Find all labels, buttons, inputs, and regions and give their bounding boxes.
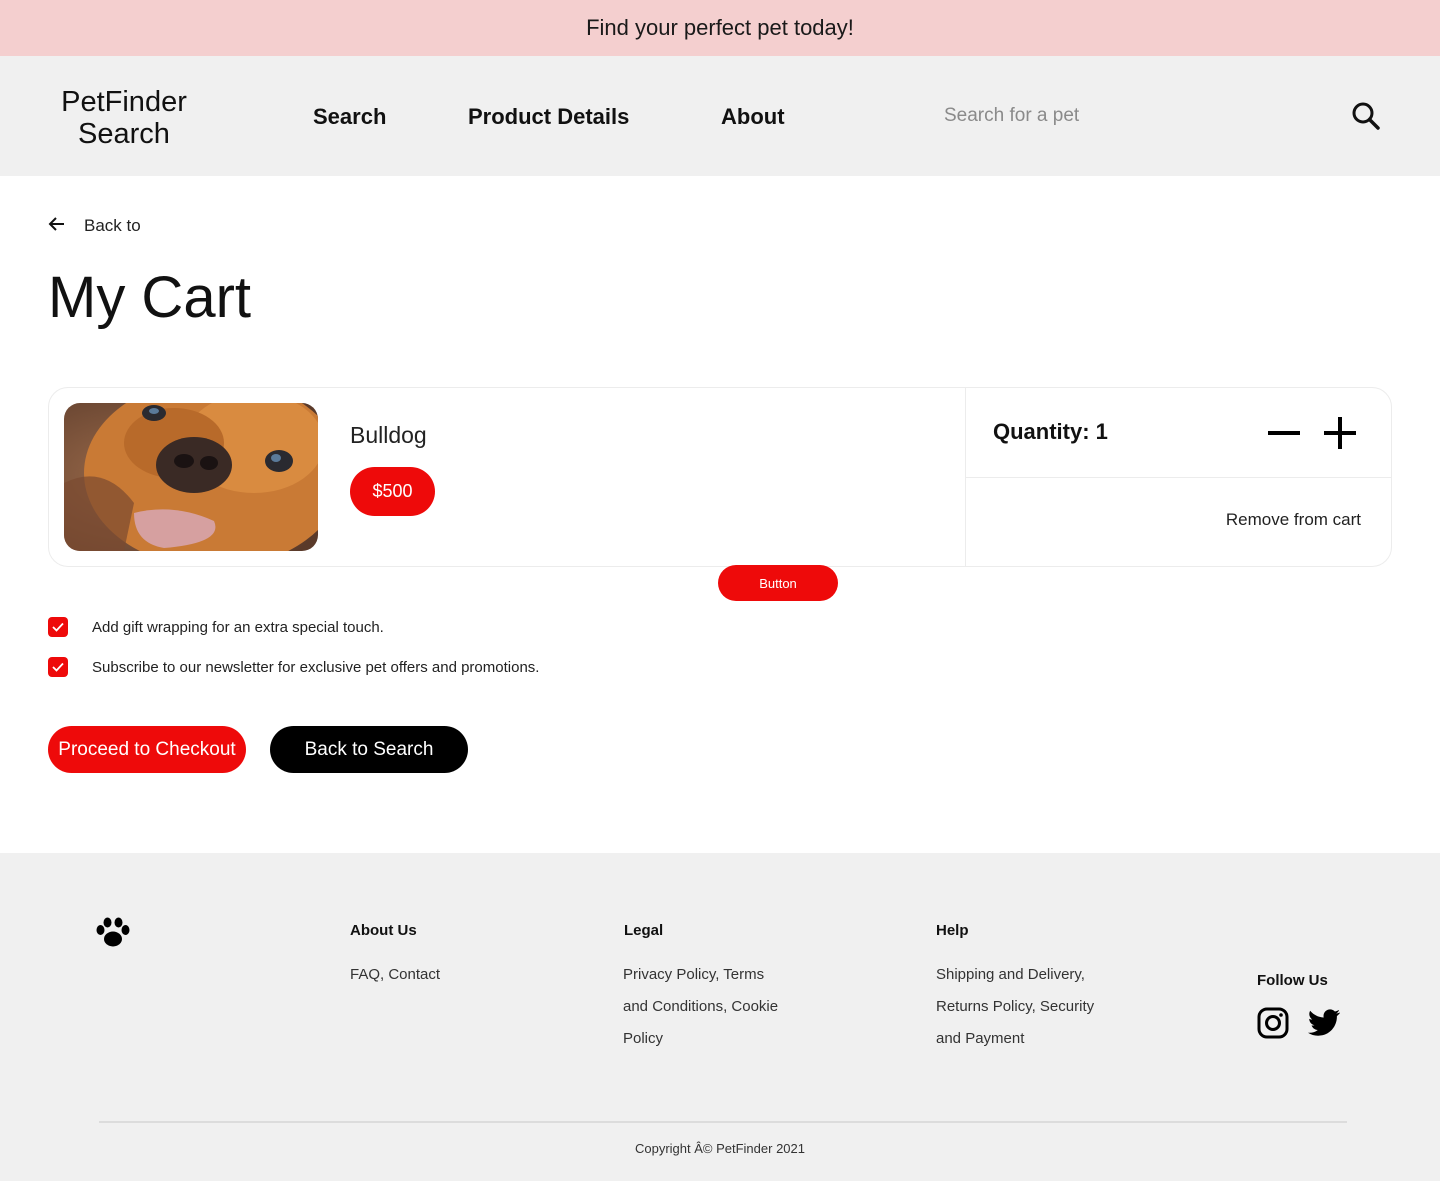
twitter-icon[interactable]: [1307, 1007, 1340, 1039]
footer-about-links[interactable]: FAQ, Contact: [350, 959, 440, 991]
page-title: My Cart: [48, 265, 251, 330]
nav-search[interactable]: Search: [313, 104, 386, 130]
card-divider: [966, 477, 1391, 478]
instagram-icon[interactable]: [1257, 1007, 1289, 1039]
newsletter-label: Subscribe to our newsletter for exclusiv…: [92, 658, 540, 676]
generic-button[interactable]: Button: [718, 565, 838, 601]
footer-help-line: and Payment: [936, 1030, 1025, 1047]
footer-help-heading: Help: [936, 922, 969, 939]
footer-legal-line: Privacy Policy, Terms: [623, 966, 765, 983]
cart-item: Bulldog $500 Quantity: 1 Remove from car…: [48, 387, 1392, 567]
gift-wrap-option: Add gift wrapping for an extra special t…: [48, 617, 384, 637]
price-badge: $500: [350, 467, 435, 516]
back-link[interactable]: Back to: [48, 216, 141, 236]
back-link-label: Back to: [84, 216, 141, 235]
footer-legal-heading: Legal: [624, 922, 664, 939]
copyright-text: Copyright Â© PetFinder 2021: [634, 1141, 805, 1156]
footer-about-heading: About Us: [350, 922, 417, 939]
nav-product-details[interactable]: Product Details: [468, 104, 629, 130]
search-icon[interactable]: [1346, 96, 1386, 136]
site-logo[interactable]: PetFinder Search: [54, 86, 194, 150]
arrow-left-icon: [48, 216, 66, 236]
proceed-to-checkout-button[interactable]: Proceed to Checkout: [48, 726, 246, 773]
search-input[interactable]: [930, 94, 1330, 138]
footer-legal-links[interactable]: Privacy Policy, Terms and Conditions, Co…: [623, 959, 778, 1055]
newsletter-checkbox[interactable]: [48, 657, 68, 677]
remove-from-cart-link[interactable]: Remove from cart: [1199, 510, 1361, 530]
nav-about[interactable]: About: [721, 104, 785, 130]
footer-help-line: Returns Policy, Security: [936, 998, 1095, 1015]
minus-icon[interactable]: [1265, 414, 1303, 452]
gift-wrap-checkbox[interactable]: [48, 617, 68, 637]
logo-line1: PetFinder: [61, 86, 187, 118]
pet-name: Bulldog: [350, 422, 427, 448]
follow-us-heading: Follow Us: [1257, 972, 1328, 989]
site-header: PetFinder Search Search Product Details …: [0, 56, 1440, 176]
plus-icon[interactable]: [1321, 414, 1359, 452]
footer-help-line: Shipping and Delivery,: [936, 966, 1085, 983]
footer-legal-line: Policy: [623, 1030, 664, 1047]
promo-banner-text: Find your perfect pet today!: [586, 15, 854, 40]
footer-help-links[interactable]: Shipping and Delivery, Returns Policy, S…: [936, 959, 1094, 1055]
gift-wrap-label: Add gift wrapping for an extra special t…: [92, 618, 384, 636]
pet-image: [64, 403, 318, 551]
quantity-label: Quantity: 1: [993, 419, 1108, 444]
footer-legal-line: and Conditions, Cookie: [623, 998, 779, 1015]
paw-icon: [96, 917, 130, 949]
logo-line2: Search: [78, 118, 170, 150]
back-to-search-button[interactable]: Back to Search: [270, 726, 468, 773]
footer-divider: [99, 1121, 1347, 1123]
promo-banner: Find your perfect pet today!: [0, 0, 1440, 56]
newsletter-option: Subscribe to our newsletter for exclusiv…: [48, 657, 539, 677]
site-footer: About Us FAQ, Contact Legal Privacy Poli…: [0, 853, 1440, 1181]
